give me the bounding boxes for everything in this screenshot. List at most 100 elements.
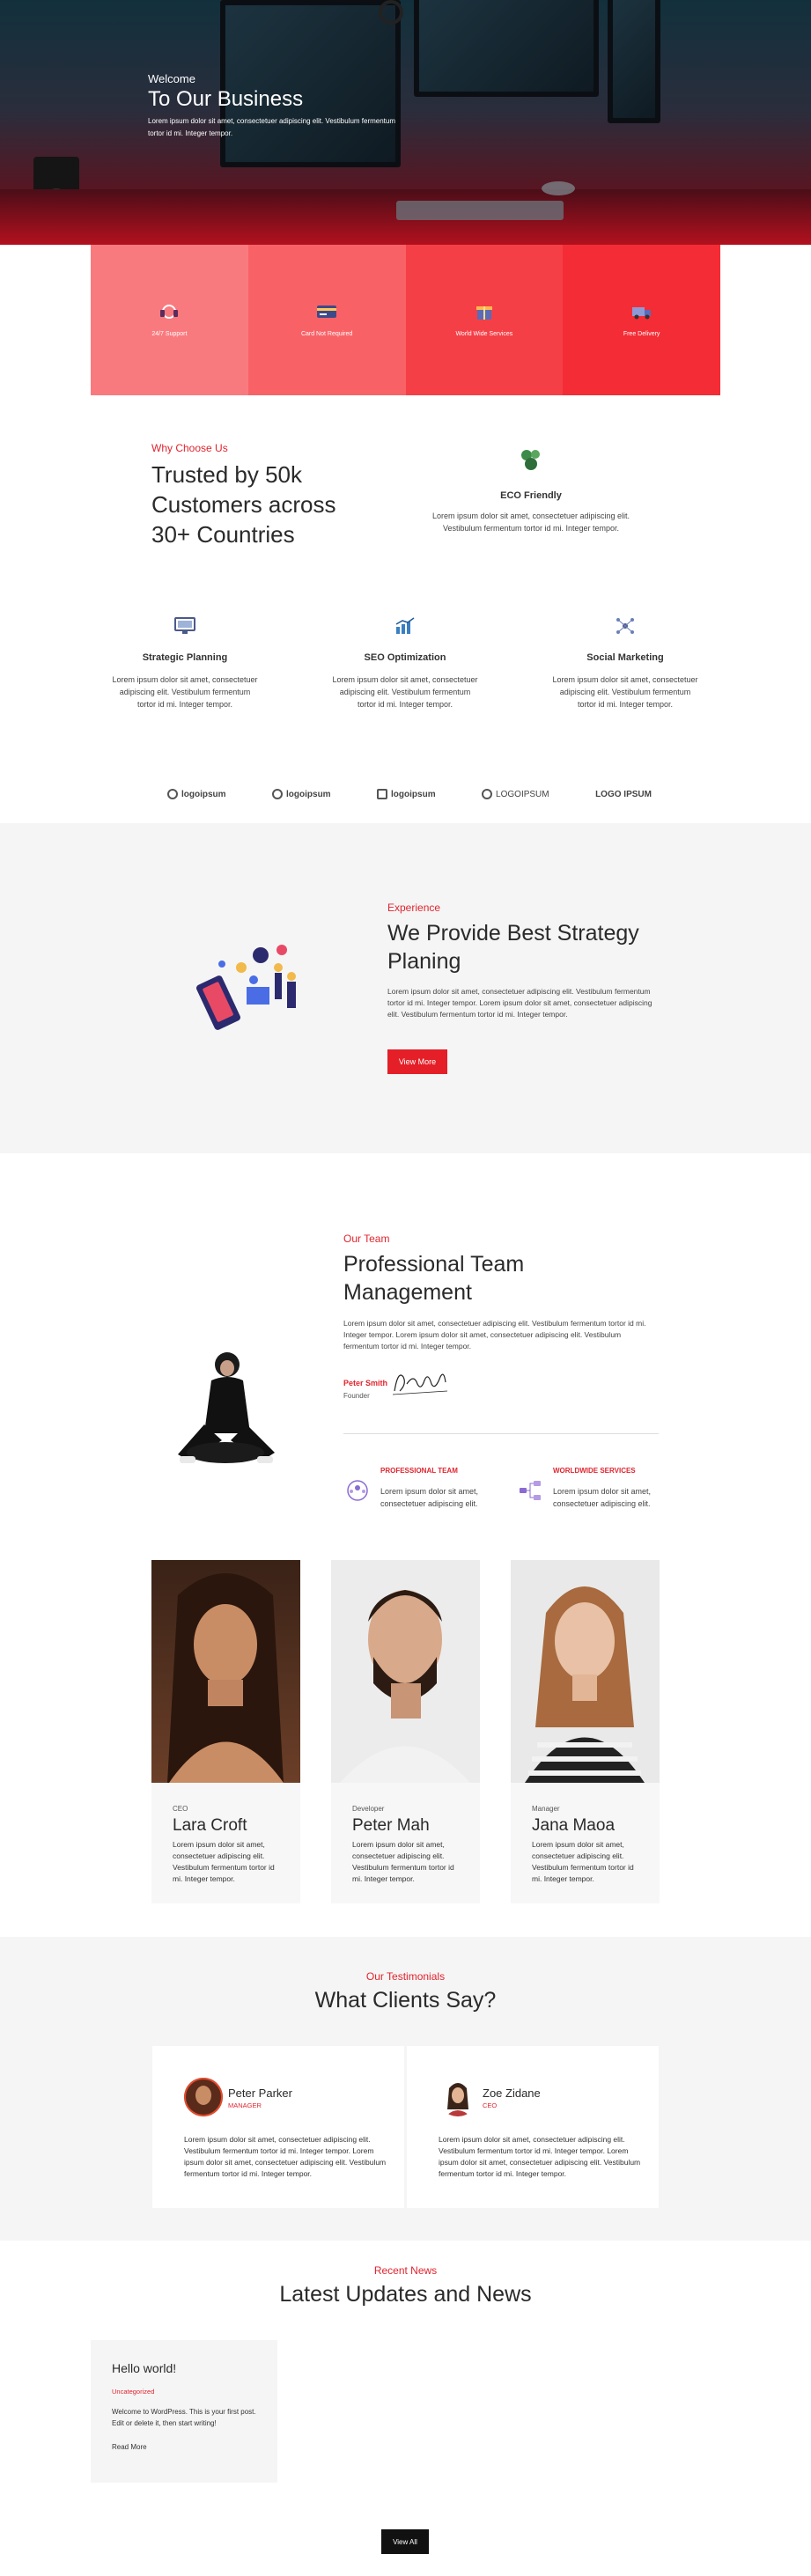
testimonial-name: Peter Parker (228, 2087, 292, 2100)
view-more-button[interactable]: View More (387, 1049, 447, 1074)
team-icon (347, 1480, 368, 1501)
member-name: Peter Mah (352, 1816, 430, 1835)
hero-banner: Welcome To Our Business Lorem ipsum dolo… (0, 0, 811, 245)
feature-box-support: 24/7 Support (91, 245, 248, 395)
monitor-icon (174, 617, 195, 634)
service-seo-optimization: SEO Optimization Lorem ipsum dolor sit a… (330, 616, 480, 710)
eco-feature: ECO Friendly Lorem ipsum dolor sit amet,… (421, 447, 641, 534)
team-feature-title: WORLDWIDE SERVICES (553, 1467, 636, 1475)
service-description: Lorem ipsum dolor sit amet, consectetuer… (112, 675, 258, 709)
service-title: SEO Optimization (364, 652, 446, 663)
service-social-marketing: Social Marketing Lorem ipsum dolor sit a… (550, 616, 700, 710)
testimonials-title: What Clients Say? (314, 1988, 497, 2013)
testimonial-card: Peter Parker MANAGER Lorem ipsum dolor s… (152, 2046, 404, 2208)
network-icon (616, 618, 634, 634)
truck-icon (631, 307, 651, 320)
client-logo[interactable]: logoipsum (272, 789, 331, 799)
team-feature-description: Lorem ipsum dolor sit amet, consectetuer… (380, 1487, 479, 1508)
client-logo[interactable]: LOGOIPSUM (482, 789, 549, 799)
team-description: Lorem ipsum dolor sit amet, consectetuer… (343, 1319, 646, 1351)
leaf-icon (521, 450, 540, 470)
member-description: Lorem ipsum dolor sit amet, consectetuer… (532, 1840, 634, 1883)
testimonial-role: MANAGER (228, 2101, 262, 2109)
read-more-link[interactable]: Read More (112, 2443, 256, 2451)
team-feature-title: PROFESSIONAL TEAM (380, 1467, 458, 1475)
hero-welcome: Welcome (148, 72, 195, 85)
testimonial-name: Zoe Zidane (483, 2087, 541, 2100)
hero-keyboard (396, 201, 564, 220)
eco-description: Lorem ipsum dolor sit amet, consectetuer… (431, 512, 630, 533)
eco-title: ECO Friendly (500, 490, 562, 501)
testimonials-label: Our Testimonials (365, 1970, 446, 1983)
team-card[interactable]: CEO Lara Croft Lorem ipsum dolor sit ame… (151, 1560, 300, 1903)
service-description: Lorem ipsum dolor sit amet, consectetuer… (552, 675, 698, 709)
team-divider (343, 1433, 659, 1434)
hero-mouse (542, 181, 575, 195)
feature-strip: 24/7 Support Card Not Required World Wid… (91, 245, 720, 395)
feature-label: Card Not Required (300, 331, 353, 337)
experience-label: Experience (387, 902, 441, 914)
experience-title: We Provide Best Strategy Planing (387, 921, 639, 974)
view-all-button[interactable]: View All (381, 2529, 429, 2554)
gift-icon (476, 306, 492, 320)
service-title: Strategic Planning (142, 652, 228, 663)
bar-chart-icon (395, 617, 415, 634)
hero-monitor-right (414, 0, 599, 97)
team-person-image (178, 1352, 275, 1463)
services-row: Strategic Planning Lorem ipsum dolor sit… (110, 616, 700, 710)
post-category[interactable]: Uncategorized (112, 2388, 256, 2396)
avatar (439, 2078, 477, 2116)
member-photo (331, 1560, 480, 1783)
member-description: Lorem ipsum dolor sit amet, consectetuer… (352, 1840, 454, 1883)
testimonial-text: Lorem ipsum dolor sit amet, consectetuer… (439, 2135, 641, 2178)
member-photo (151, 1560, 300, 1783)
feature-label: World Wide Services (455, 331, 513, 337)
team-cards: CEO Lara Croft Lorem ipsum dolor sit ame… (151, 1560, 660, 1903)
member-description: Lorem ipsum dolor sit amet, consectetuer… (173, 1840, 275, 1883)
strategy-illustration (195, 945, 296, 1030)
member-name: Lara Croft (173, 1816, 247, 1835)
why-section-label: Why Choose Us (151, 442, 228, 454)
feature-label: 24/7 Support (151, 331, 188, 337)
service-strategic-planning: Strategic Planning Lorem ipsum dolor sit… (110, 616, 260, 710)
member-name: Jana Maoa (532, 1816, 616, 1835)
client-logo[interactable]: logoipsum (167, 789, 226, 799)
testimonial-card: Zoe Zidane CEO Lorem ipsum dolor sit ame… (407, 2046, 659, 2208)
feature-box-worldwide: World Wide Services (405, 245, 564, 395)
logo-mark-icon (377, 789, 388, 799)
team-feature-professional: PROFESSIONAL TEAM Lorem ipsum dolor sit … (345, 1467, 486, 1510)
headset-icon (160, 305, 179, 319)
founder-role: Founder (343, 1392, 370, 1400)
avatar (184, 2078, 223, 2116)
news-post-card: Hello world! Uncategorized Welcome to Wo… (91, 2340, 277, 2483)
team-feature-description: Lorem ipsum dolor sit amet, consectetuer… (553, 1487, 652, 1508)
post-excerpt: Welcome to WordPress. This is your first… (112, 2408, 256, 2427)
team-card[interactable]: Manager Jana Maoa Lorem ipsum dolor sit … (511, 1560, 660, 1903)
why-section-title: Trusted by 50k Customers across 30+ Coun… (151, 461, 336, 548)
logo-mark-icon (482, 789, 493, 799)
hierarchy-icon (520, 1481, 541, 1500)
team-card[interactable]: Developer Peter Mah Lorem ipsum dolor si… (331, 1560, 480, 1903)
service-title: Social Marketing (586, 652, 664, 663)
hero-text: Welcome To Our Business Lorem ipsum dolo… (148, 72, 403, 140)
team-feature-worldwide: WORLDWIDE SERVICES Lorem ipsum dolor sit… (518, 1467, 659, 1510)
experience-description: Lorem ipsum dolor sit amet, consectetuer… (387, 987, 652, 1019)
client-logos: logoipsum logoipsum logoipsum LOGOIPSUM … (167, 789, 652, 799)
team-title: Professional Team Management (343, 1252, 525, 1305)
testimonial-text: Lorem ipsum dolor sit amet, consectetuer… (184, 2135, 387, 2178)
founder-name: Peter Smith (343, 1379, 388, 1387)
post-title[interactable]: Hello world! (112, 2361, 256, 2375)
team-label: Our Team (343, 1233, 390, 1245)
news-title: Latest Updates and News (279, 2282, 532, 2307)
hero-title: To Our Business (148, 87, 304, 111)
news-label: Recent News (373, 2264, 438, 2277)
logo-mark-icon (272, 789, 284, 799)
client-logo[interactable]: LOGO IPSUM (595, 790, 652, 799)
feature-label: Free Delivery (623, 331, 660, 337)
hero-lamp (379, 0, 403, 25)
hero-description: Lorem ipsum dolor sit amet, consectetuer… (148, 117, 396, 137)
member-role: Manager (532, 1805, 560, 1813)
feature-box-card: Card Not Required (247, 245, 406, 395)
logo-mark-icon (167, 789, 178, 799)
client-logo[interactable]: logoipsum (377, 789, 436, 799)
